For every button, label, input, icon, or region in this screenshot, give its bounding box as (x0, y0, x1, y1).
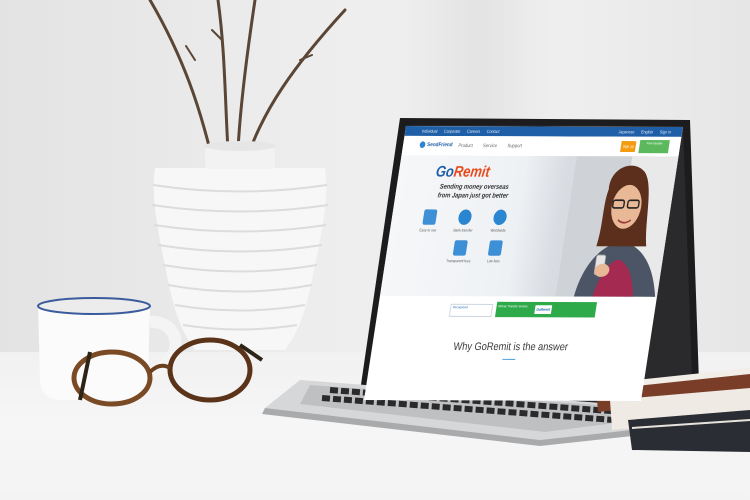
nav-item[interactable]: Support (507, 143, 522, 149)
globe-icon (492, 209, 508, 226)
badge-text: Recognised (452, 304, 469, 310)
signup-button[interactable]: Sign up (620, 141, 637, 153)
tagline-line: Sending money overseas (439, 183, 510, 192)
topbar-left-links: Individual Corporate Careers Contact (421, 126, 506, 136)
feature-label: Easy to use (419, 228, 437, 233)
site-nav: SendFriend Product Service Support Sign … (401, 135, 682, 158)
feature-item: Transparent fees (442, 240, 477, 263)
laptop-screen-webpage: Individual Corporate Careers Contact Jap… (364, 126, 683, 401)
service-badge[interactable]: Money Transfer Service GoRemit (494, 301, 598, 318)
mug (37, 297, 182, 400)
list-icon (452, 240, 468, 256)
topbar-link[interactable]: Careers (467, 128, 481, 134)
site-logo[interactable]: SendFriend (419, 141, 453, 148)
tagline-line: from Japan just got better (437, 191, 509, 200)
topbar-link[interactable]: Contact (486, 128, 500, 134)
globe-icon (457, 209, 473, 225)
topbar-link[interactable]: Japanese (618, 129, 635, 135)
yen-icon (487, 240, 504, 256)
logo-text: SendFriend (426, 141, 454, 149)
topbar-link[interactable]: English (641, 129, 654, 135)
nav-item[interactable]: Service (483, 143, 498, 149)
feature-item: Easy to use (412, 209, 447, 232)
free-transfer-button[interactable]: Free transfer (638, 139, 670, 154)
hero-woman-photo (555, 156, 679, 297)
recognition-badge[interactable]: Recognised (448, 303, 494, 318)
hero-tagline: Sending money overseas from Japan just g… (417, 183, 530, 201)
feature-label: Transparent fees (445, 258, 471, 264)
badges-row: Recognised Money Transfer Service GoRemi… (448, 301, 598, 320)
nav-item[interactable]: Product (458, 143, 473, 149)
feature-item: Low fees (477, 240, 512, 263)
nav-items: Product Service Support (458, 143, 532, 149)
phone-icon (422, 209, 438, 225)
section-underline (502, 358, 516, 360)
badge-text: Money Transfer Service (498, 303, 529, 309)
feature-label: Bank transfer (453, 228, 473, 233)
topbar-link[interactable]: Corporate (444, 128, 461, 134)
goremit-brand-logo: GoRemit (435, 162, 492, 180)
branches (148, 0, 347, 152)
section-title: Why GoRemit is the answer (452, 341, 569, 354)
feature-label: Worldwide (490, 228, 506, 233)
feature-item: Bank transfer (447, 209, 482, 233)
topbar-link[interactable]: Sign in (659, 129, 671, 135)
badge-brand: GoRemit (534, 305, 553, 315)
topbar-right-links: Japanese English Sign in (618, 127, 678, 137)
vase (151, 141, 329, 350)
feature-item: Worldwide (482, 209, 517, 233)
feature-label: Low fees (486, 258, 501, 264)
brand-suffix: Remit (452, 162, 492, 181)
topbar-link[interactable]: Individual (421, 128, 437, 134)
logo-icon (419, 141, 426, 148)
